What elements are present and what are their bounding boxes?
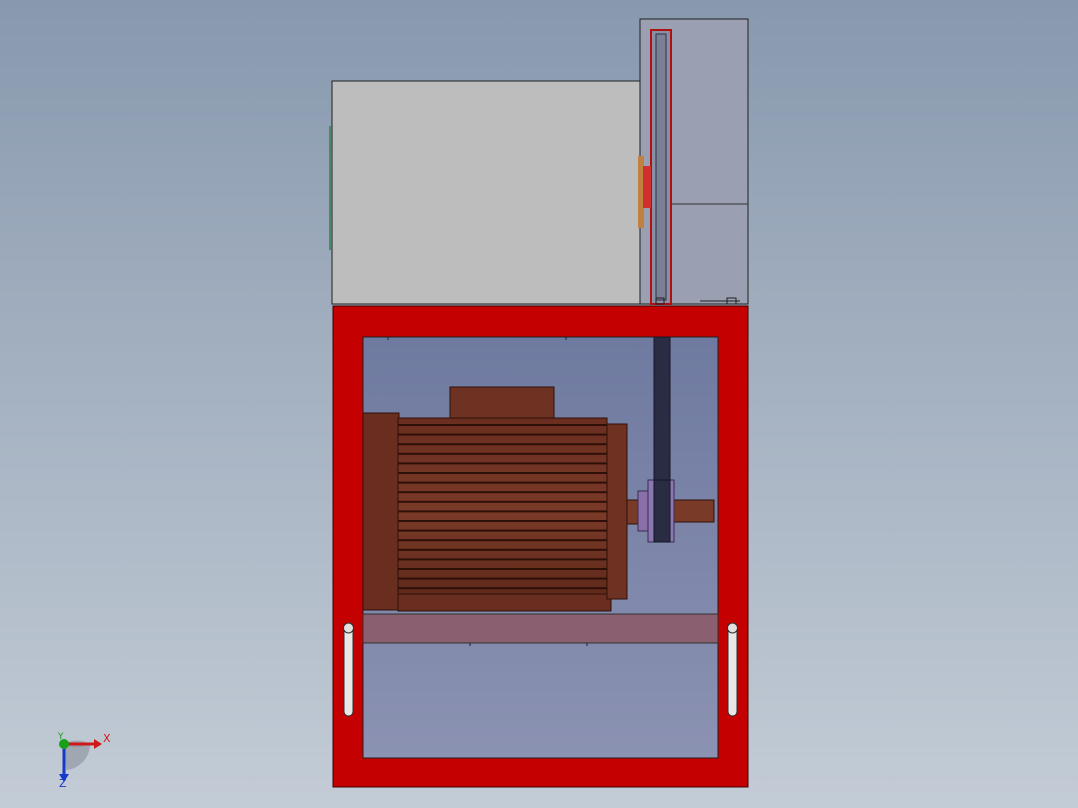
cooling-fin: [398, 424, 607, 426]
cooling-fin: [398, 529, 607, 532]
cooling-fin: [398, 491, 607, 494]
right-adjust-slot[interactable]: [727, 622, 738, 717]
cooling-fin: [398, 481, 607, 484]
motor-base-plate[interactable]: [362, 613, 719, 644]
cooling-fin: [398, 577, 607, 580]
graphics-viewport[interactable]: X Y Z: [0, 0, 1078, 808]
model-view[interactable]: [0, 0, 1078, 808]
cooling-fin: [398, 433, 607, 436]
cooling-fin: [398, 548, 607, 551]
cooling-fin: [398, 568, 607, 570]
z-axis-label: Z: [59, 777, 67, 790]
cooling-fin: [398, 462, 607, 465]
upper-housing[interactable]: [329, 80, 641, 305]
cooling-fin: [398, 520, 607, 522]
x-axis-label: X: [103, 732, 111, 745]
cooling-fin: [398, 587, 607, 590]
cooling-fin: [398, 443, 607, 446]
cooling-fin: [398, 452, 607, 455]
cooling-fin: [398, 500, 607, 503]
cooling-fin: [398, 510, 607, 513]
cooling-fin: [398, 539, 607, 542]
belt-guard[interactable]: [638, 18, 749, 305]
y-axis-label: Y: [58, 732, 64, 742]
cooling-fin: [398, 558, 607, 561]
cooling-fin: [398, 472, 607, 474]
left-adjust-slot[interactable]: [343, 622, 354, 717]
orientation-triad[interactable]: [59, 739, 102, 782]
